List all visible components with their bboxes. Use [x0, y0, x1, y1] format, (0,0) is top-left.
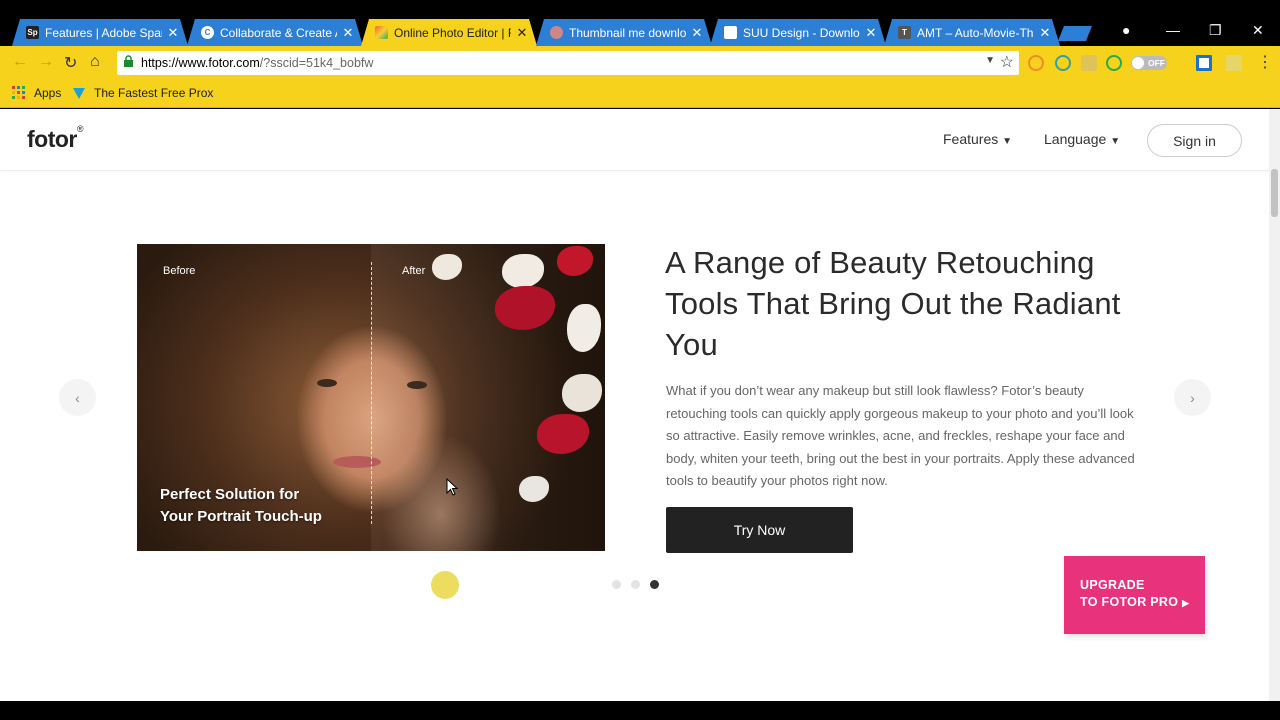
bookmark-apps[interactable]: Apps [12, 86, 61, 100]
page-scrollbar[interactable] [1269, 109, 1280, 701]
sign-in-button[interactable]: Sign in [1147, 124, 1242, 157]
toggle-label: OFF [1148, 58, 1165, 68]
logo-text: fotor [27, 126, 77, 152]
after-label: After [402, 265, 426, 277]
carousel-dot[interactable] [612, 580, 621, 589]
tab-title: Online Photo Editor | Fo [394, 25, 511, 40]
close-icon[interactable]: ✕ [1038, 25, 1052, 41]
tab-title: AMT – Auto-Movie-Thu [917, 25, 1034, 40]
amt-favicon: T [898, 26, 911, 39]
forward-icon[interactable]: → [38, 53, 54, 71]
carousel-prev-button[interactable]: ‹ [59, 379, 96, 416]
tab-collaborate[interactable]: C Collaborate & Create A ✕ [187, 19, 363, 46]
chevron-down-icon: ▼ [1002, 136, 1013, 147]
profile-icon[interactable]: ● [1122, 22, 1130, 38]
features-menu[interactable]: Features ▼ [943, 131, 1012, 147]
url-host: https://www.fotor.com [141, 56, 260, 70]
tab-suu-design[interactable]: SUU Design - Downloa ✕ [710, 19, 886, 46]
tab-fotor[interactable]: Online Photo Editor | Fo ✕ [361, 19, 537, 46]
chevron-left-icon: ‹ [75, 389, 80, 406]
scrollbar-thumb[interactable] [1271, 169, 1278, 217]
registered-mark: ® [76, 124, 84, 134]
extension-icon[interactable] [1226, 55, 1242, 71]
bookmark-star-icon[interactable]: ☆ [1000, 52, 1014, 72]
tab-title: SUU Design - Downloa [743, 25, 860, 40]
minimize-icon[interactable]: — [1166, 22, 1180, 38]
carousel-next-button[interactable]: › [1174, 379, 1211, 416]
off-toggle[interactable]: OFF [1131, 56, 1167, 70]
try-now-button[interactable]: Try Now [666, 507, 853, 553]
bottom-strip [0, 701, 1280, 720]
cursor-highlight [431, 571, 459, 599]
tab-title: Collaborate & Create A [220, 25, 337, 40]
language-label: Language [1044, 131, 1107, 147]
home-icon[interactable]: ⌂ [90, 53, 100, 71]
lock-icon [124, 55, 133, 67]
caption-line: Your Portrait Touch-up [160, 508, 322, 525]
lips [333, 456, 381, 468]
power-icon[interactable] [1106, 55, 1122, 71]
upgrade-line: UPGRADE [1080, 578, 1145, 592]
carousel-dot-active[interactable] [650, 580, 659, 589]
features-label: Features [943, 131, 999, 147]
close-icon[interactable]: ✕ [166, 25, 180, 41]
caption-line: Perfect Solution for [160, 486, 300, 503]
fotor-logo[interactable]: fotor® [27, 124, 84, 153]
compare-divider[interactable] [371, 262, 372, 524]
restore-icon[interactable]: ❐ [1209, 22, 1222, 39]
eye [407, 381, 427, 389]
page-favicon [550, 26, 563, 39]
tab-adobe-spark[interactable]: Sp Features | Adobe Spark ✕ [12, 19, 188, 46]
tab-title: Thumbnail me downloa [569, 25, 686, 40]
close-icon[interactable]: ✕ [864, 25, 878, 41]
slide-description: What if you don’t wear any makeup but st… [666, 383, 1135, 488]
close-icon[interactable]: ✕ [341, 25, 355, 41]
bookmark-proxy[interactable]: The Fastest Free Prox [72, 86, 213, 100]
reload-icon[interactable]: ↻ [64, 53, 77, 73]
before-after-portrait: Before After Perfect Solution for Your P… [137, 244, 605, 551]
toggle-knob [1132, 57, 1144, 69]
tab-title: Features | Adobe Spark [45, 25, 162, 40]
chevron-right-icon: › [1190, 389, 1195, 406]
close-icon[interactable]: ✕ [690, 25, 704, 41]
canva-favicon: C [201, 26, 214, 39]
adobe-spark-favicon: Sp [27, 28, 38, 37]
eye [317, 379, 337, 387]
apps-grid-icon [12, 86, 25, 99]
site-header: fotor® Features ▼ Language ▼ Sign in [0, 109, 1269, 171]
play-arrow-icon: ▶ [1182, 598, 1190, 608]
document-favicon [724, 26, 737, 39]
bookmark-label: Apps [34, 86, 62, 100]
slide-headline: A Range of Beauty Retouching Tools That … [665, 245, 1121, 362]
fotor-favicon [375, 26, 388, 39]
window-close-icon[interactable]: ✕ [1252, 22, 1264, 39]
tab-amt[interactable]: T AMT – Auto-Movie-Thu ✕ [884, 19, 1060, 46]
chevron-down-icon: ▼ [1110, 136, 1121, 147]
before-label: Before [163, 265, 196, 277]
language-menu[interactable]: Language ▼ [1044, 131, 1120, 147]
back-icon[interactable]: ← [12, 53, 28, 71]
url-text: https://www.fotor.com/?sscid=51k4_bobfw [141, 56, 373, 70]
download-icon[interactable] [1081, 55, 1097, 71]
dropdown-icon[interactable]: ▼ [985, 55, 995, 66]
square-extension-icon[interactable] [1196, 55, 1212, 71]
mouse-cursor-icon [446, 478, 458, 496]
headphones-icon[interactable] [1055, 55, 1071, 71]
upgrade-pro-banner[interactable]: UPGRADE TO FOTOR PRO ▶ [1064, 556, 1205, 634]
menu-kebab-icon[interactable]: ⋮ [1257, 52, 1273, 72]
tab-strip: Sp Features | Adobe Spark ✕ C Collaborat… [0, 0, 1280, 46]
extension-icon[interactable] [1028, 55, 1044, 71]
tab-thumbnail[interactable]: Thumbnail me downloa ✕ [536, 19, 712, 46]
bookmark-label: The Fastest Free Prox [94, 86, 214, 100]
photo-caption: Perfect Solution for Your Portrait Touch… [160, 484, 322, 528]
url-path: /?sscid=51k4_bobfw [259, 56, 374, 70]
close-icon[interactable]: ✕ [515, 25, 529, 41]
upgrade-line: TO FOTOR PRO [1080, 595, 1179, 609]
new-tab-button[interactable] [1058, 26, 1092, 41]
address-bar[interactable]: https://www.fotor.com/?sscid=51k4_bobfw … [117, 51, 1019, 75]
carousel-dot[interactable] [631, 580, 640, 589]
vpn-icon [73, 88, 85, 99]
fotor-page: fotor® Features ▼ Language ▼ Sign in ‹ ›… [0, 109, 1269, 701]
